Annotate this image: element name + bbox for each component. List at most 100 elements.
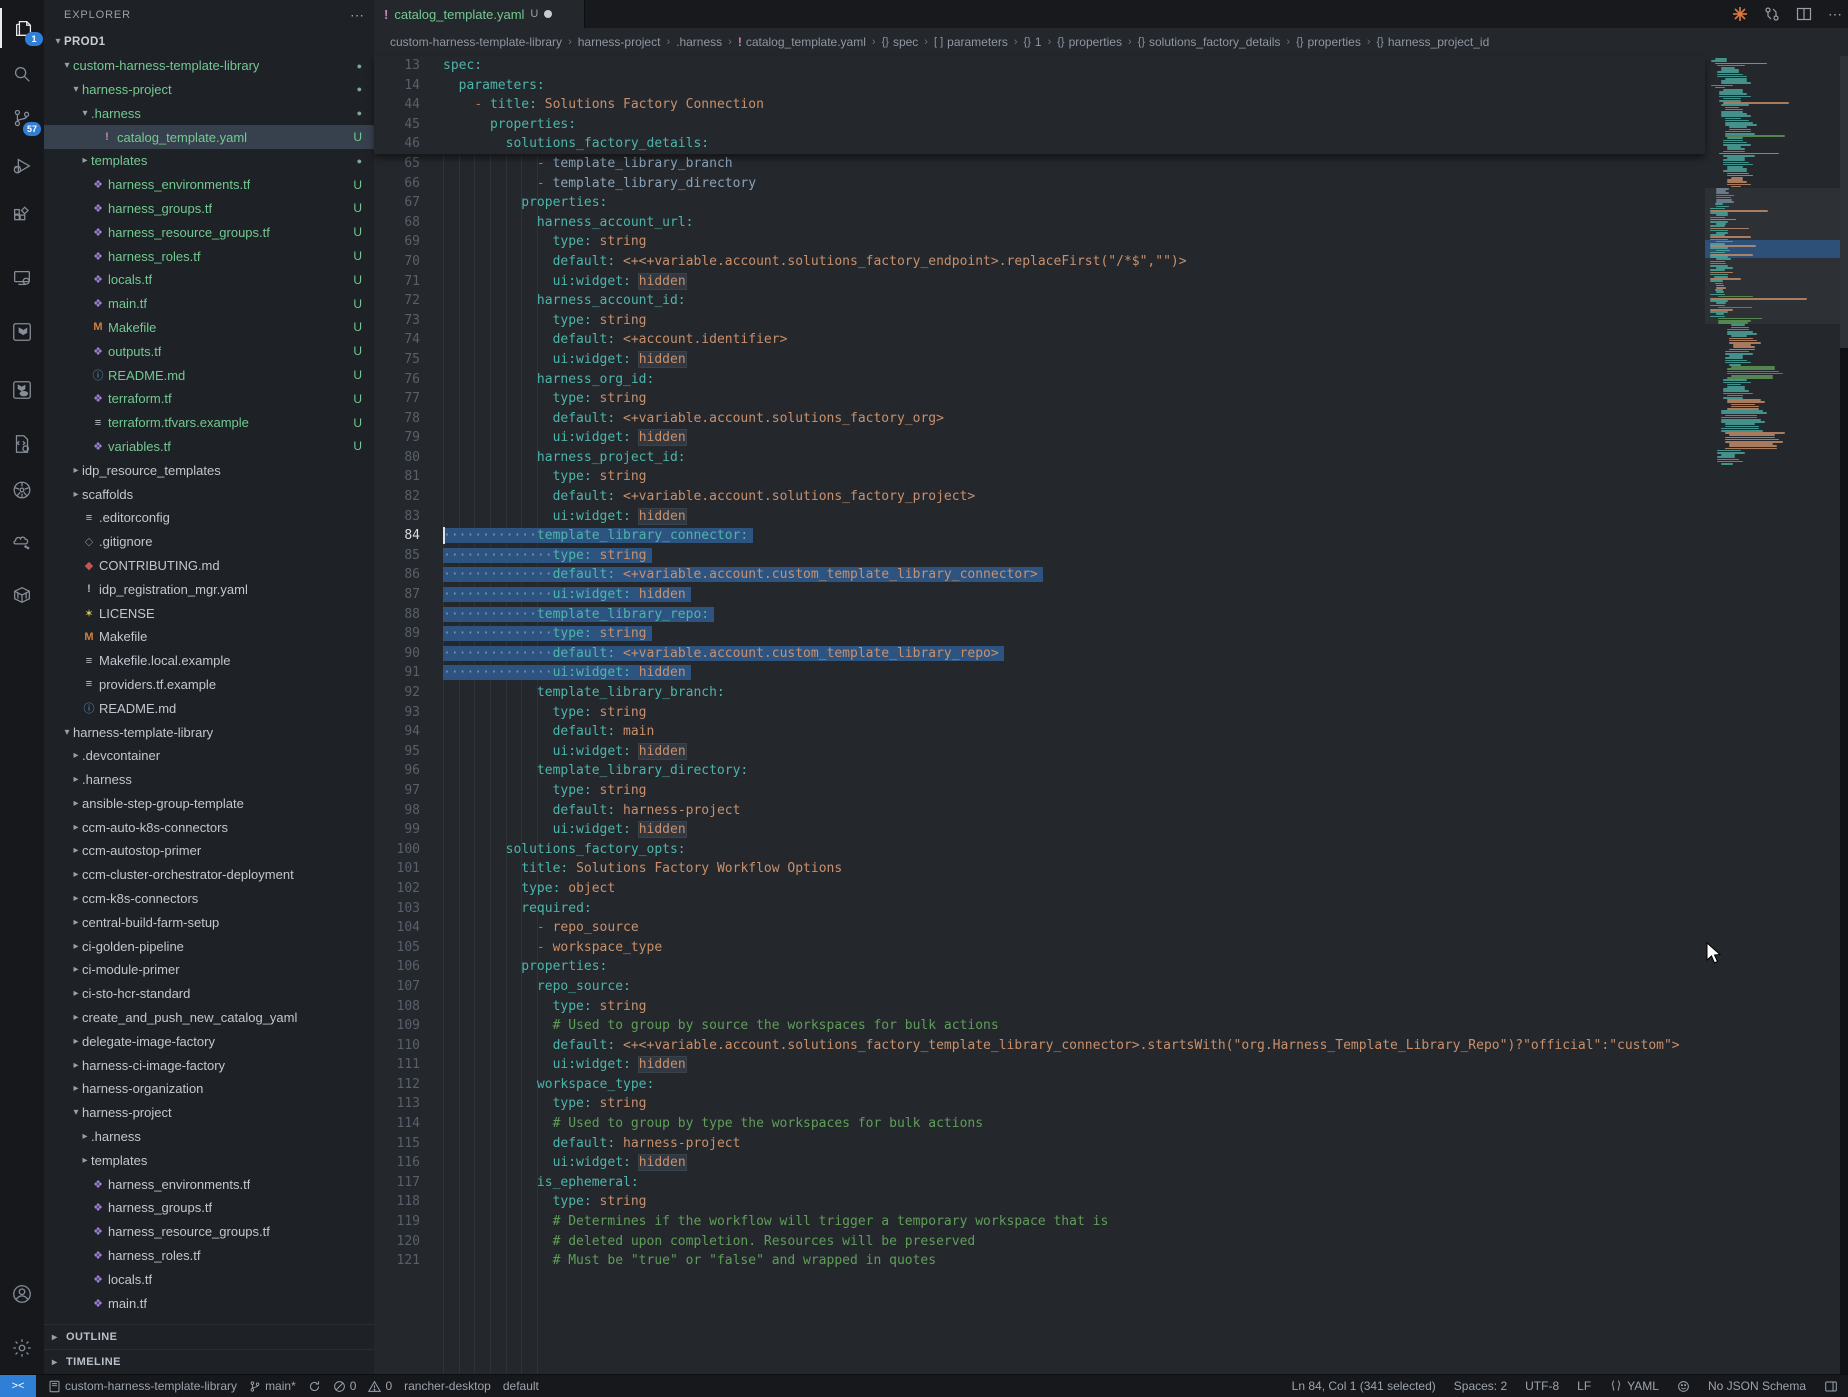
tree-item-harness-ci-image-factory[interactable]: ▸harness-ci-image-factory <box>44 1053 374 1077</box>
code-line[interactable]: 110 default: <+<+variable.account.soluti… <box>374 1036 1705 1056</box>
extension-starburst-icon[interactable] <box>1732 6 1748 22</box>
minimap[interactable] <box>1705 56 1840 1374</box>
code-line[interactable]: 99 ui:widget: hidden <box>374 820 1705 840</box>
code-line[interactable]: 102 type: object <box>374 879 1705 899</box>
breadcrumb-item[interactable]: {}1 <box>1024 35 1042 49</box>
code-line[interactable]: 93 type: string <box>374 703 1705 723</box>
remote-explorer-icon[interactable] <box>0 258 44 298</box>
tree-item-variables-tf[interactable]: ❖variables.tfU <box>44 435 374 459</box>
code-line[interactable]: 85··············type: string <box>374 546 1705 566</box>
tree-item-harness-resource-groups-tf[interactable]: ❖harness_resource_groups.tfU <box>44 220 374 244</box>
code-line[interactable]: 112 workspace_type: <box>374 1075 1705 1095</box>
tree-item-harness-environments-tf[interactable]: ❖harness_environments.tfU <box>44 173 374 197</box>
code-line[interactable]: 97 type: string <box>374 781 1705 801</box>
tree-item--harness[interactable]: ▸.harness <box>44 1125 374 1149</box>
tree-item-terraform-tf[interactable]: ❖terraform.tfU <box>44 387 374 411</box>
tree-item-makefile-local-example[interactable]: ≡Makefile.local.example <box>44 649 374 673</box>
chevron-right-icon[interactable]: ▸ <box>70 774 82 785</box>
tree-item-contributing-md[interactable]: ◆CONTRIBUTING.md <box>44 554 374 578</box>
chevron-right-icon[interactable]: ▸ <box>70 845 82 856</box>
tree-item-harness-resource-groups-tf[interactable]: ❖harness_resource_groups.tf <box>44 1220 374 1244</box>
code-line[interactable]: 113 type: string <box>374 1094 1705 1114</box>
tree-item--devcontainer[interactable]: ▸.devcontainer <box>44 744 374 768</box>
breadcrumb-item[interactable]: {}harness_project_id <box>1377 35 1490 49</box>
breadcrumb-item[interactable]: {}spec <box>882 35 919 49</box>
code-line[interactable]: 44 - title: Solutions Factory Connection <box>374 95 1705 115</box>
status-cursor-position[interactable]: Ln 84, Col 1 (341 selected) <box>1292 1379 1436 1393</box>
code-line[interactable]: 73 type: string <box>374 311 1705 331</box>
tree-root-prod1[interactable]: ▾PROD1 <box>44 30 374 54</box>
tree-item-harness-project[interactable]: ▾harness-project <box>44 1101 374 1125</box>
search-icon[interactable] <box>0 54 44 94</box>
tree-item-idp-registration-mgr-yaml[interactable]: !idp_registration_mgr.yaml <box>44 577 374 601</box>
code-line[interactable]: 46 solutions_factory_details: <box>374 134 1705 154</box>
container-icon[interactable] <box>0 575 44 615</box>
tree-item-terraform-tfvars-example[interactable]: ≡terraform.tfvars.exampleU <box>44 411 374 435</box>
code-line[interactable]: 89··············type: string <box>374 624 1705 644</box>
code-line[interactable]: 87··············ui:widget: hidden <box>374 585 1705 605</box>
code-line[interactable]: 71 ui:widget: hidden <box>374 272 1705 292</box>
code-line[interactable]: 117 is_ephemeral: <box>374 1173 1705 1193</box>
breadcrumb-item[interactable]: harness-project <box>578 35 661 49</box>
tree-item-locals-tf[interactable]: ❖locals.tfU <box>44 268 374 292</box>
ansible-icon[interactable] <box>0 522 44 562</box>
run-debug-icon[interactable] <box>0 146 44 186</box>
tree-item-scaffolds[interactable]: ▸scaffolds <box>44 482 374 506</box>
tree-item-ccm-k8s-connectors[interactable]: ▸ccm-k8s-connectors <box>44 887 374 911</box>
code-line[interactable]: 79 ui:widget: hidden <box>374 428 1705 448</box>
code-line[interactable]: 81 type: string <box>374 467 1705 487</box>
status-language-mode[interactable]: YAML <box>1609 1379 1659 1393</box>
chevron-right-icon[interactable]: ▸ <box>70 1036 82 1047</box>
chevron-right-icon[interactable]: ▸ <box>70 941 82 952</box>
chevron-right-icon[interactable]: ▸ <box>70 1012 82 1023</box>
status-encoding[interactable]: UTF-8 <box>1525 1379 1559 1393</box>
chevron-down-icon[interactable]: ▾ <box>70 84 82 95</box>
chevron-right-icon[interactable]: ▸ <box>70 893 82 904</box>
tree-item-harness-roles-tf[interactable]: ❖harness_roles.tf <box>44 1244 374 1268</box>
code-line[interactable]: 14 parameters: <box>374 76 1705 96</box>
tree-item-harness-template-library[interactable]: ▾harness-template-library <box>44 720 374 744</box>
chevron-right-icon[interactable]: ▸ <box>70 1083 82 1094</box>
code-line[interactable]: 68 harness_account_url: <box>374 213 1705 233</box>
chevron-right-icon[interactable]: ▸ <box>70 917 82 928</box>
section-outline[interactable]: ▸OUTLINE <box>44 1324 374 1349</box>
tree-item-readme-md[interactable]: ⓘREADME.mdU <box>44 363 374 387</box>
breadcrumb-item[interactable]: {}properties <box>1057 35 1122 49</box>
more-actions-icon[interactable]: ⋯ <box>350 7 364 24</box>
code-line[interactable]: 107 repo_source: <box>374 977 1705 997</box>
status-warning-count[interactable]: 0 <box>368 1379 392 1393</box>
chevron-right-icon[interactable]: ▸ <box>70 1060 82 1071</box>
tree-item-delegate-image-factory[interactable]: ▸delegate-image-factory <box>44 1029 374 1053</box>
breadcrumb-item[interactable]: [ ]parameters <box>934 35 1008 49</box>
tree-item-outputs-tf[interactable]: ❖outputs.tfU <box>44 339 374 363</box>
chevron-right-icon[interactable]: ▸ <box>70 869 82 880</box>
section-timeline[interactable]: ▸TIMELINE <box>44 1349 374 1374</box>
tree-item-ccm-cluster-orchestrator-deployment[interactable]: ▸ccm-cluster-orchestrator-deployment <box>44 863 374 887</box>
code-line[interactable]: 108 type: string <box>374 997 1705 1017</box>
code-line[interactable]: 103 required: <box>374 899 1705 919</box>
status-workspace-name[interactable]: custom-harness-template-library <box>48 1379 237 1393</box>
tree-item-providers-tf-example[interactable]: ≡providers.tf.example <box>44 673 374 697</box>
code-line[interactable]: 118 type: string <box>374 1192 1705 1212</box>
chevron-right-icon[interactable]: ▸ <box>79 1131 91 1142</box>
code-line[interactable]: 74 default: <+account.identifier> <box>374 330 1705 350</box>
tree-item-main-tf[interactable]: ❖main.tfU <box>44 292 374 316</box>
code-line[interactable]: 121 # Must be "true" or "false" and wrap… <box>374 1251 1705 1271</box>
split-editor-icon[interactable] <box>1796 6 1812 22</box>
tree-item-harness-project[interactable]: ▾harness-project● <box>44 78 374 102</box>
chevron-down-icon[interactable]: ▾ <box>52 36 64 47</box>
code-line[interactable]: 75 ui:widget: hidden <box>374 350 1705 370</box>
code-line[interactable]: 65 - template_library_branch <box>374 154 1705 174</box>
code-line[interactable]: 72 harness_account_id: <box>374 291 1705 311</box>
status-json-schema[interactable]: No JSON Schema <box>1708 1379 1806 1393</box>
chevron-right-icon[interactable]: ▸ <box>70 798 82 809</box>
code-line[interactable]: 111 ui:widget: hidden <box>374 1055 1705 1075</box>
status-git-branch[interactable]: main* <box>249 1379 296 1393</box>
code-line[interactable]: 119 # Determines if the workflow will tr… <box>374 1212 1705 1232</box>
open-changes-icon[interactable] <box>1764 6 1780 22</box>
tree-item-harness-environments-tf[interactable]: ❖harness_environments.tf <box>44 1172 374 1196</box>
tree-item-ci-sto-hcr-standard[interactable]: ▸ci-sto-hcr-standard <box>44 982 374 1006</box>
code-line[interactable]: 106 properties: <box>374 957 1705 977</box>
tree-item-ccm-auto-k8s-connectors[interactable]: ▸ccm-auto-k8s-connectors <box>44 815 374 839</box>
tree-item-catalog-template-yaml[interactable]: !catalog_template.yamlU <box>44 125 374 149</box>
